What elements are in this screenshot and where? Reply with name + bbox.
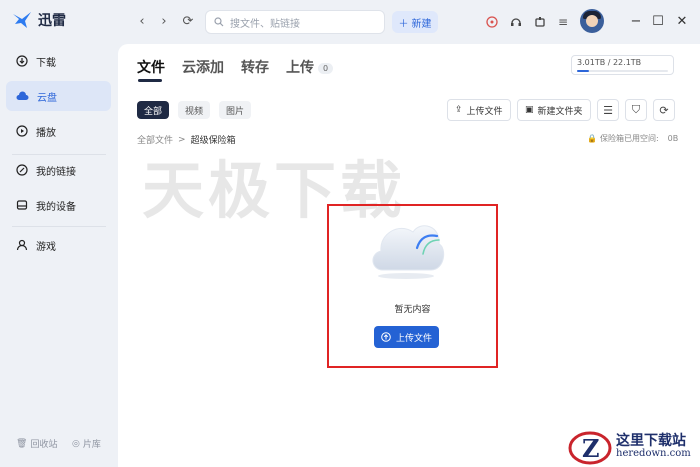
library-button[interactable]: ◎ 片库 <box>72 437 101 451</box>
chevron-left-icon: ‹ <box>139 13 145 29</box>
tab-files[interactable]: 文件 <box>137 57 165 77</box>
storage-text: 3.01TB / 22.1TB <box>577 58 642 67</box>
sidebar-item-label: 游戏 <box>36 241 56 253</box>
plugin-icon[interactable] <box>530 12 550 32</box>
app-name: 迅雷 <box>38 13 66 29</box>
new-folder-button[interactable]: ▣ 新建文件夹 <box>517 99 591 121</box>
vault-quota-label: 保险箱已用空间: <box>599 134 659 143</box>
filter-all[interactable]: 全部 <box>137 101 169 119</box>
search-icon <box>214 17 224 27</box>
trash-icon: 🗑 <box>16 438 28 449</box>
game-icon <box>16 239 28 251</box>
library-label: 片库 <box>82 440 101 450</box>
sidebar-item-label: 下载 <box>36 57 56 69</box>
vault-quota-value: 0B <box>667 134 679 143</box>
avatar[interactable] <box>580 9 604 33</box>
new-button[interactable]: ＋ 新建 <box>392 11 438 33</box>
sidebar-item-play[interactable]: 播放 <box>6 116 111 146</box>
maximize-icon[interactable]: ☐ <box>648 11 668 31</box>
lock-icon: 🔒 <box>587 134 597 143</box>
storage-usage[interactable]: 3.01TB / 22.1TB <box>571 55 674 75</box>
refresh-icon: ⟳ <box>182 13 194 29</box>
storage-bar <box>577 70 668 72</box>
sidebar-item-label: 我的设备 <box>36 201 76 213</box>
filter-image[interactable]: 图片 <box>219 101 251 119</box>
chevron-right-icon: › <box>161 13 167 29</box>
sort-button[interactable]: ☰ <box>597 99 619 121</box>
trash-button[interactable]: 🗑 回收站 <box>16 437 58 451</box>
download-icon <box>16 55 28 67</box>
upload-file-label: 上传文件 <box>466 106 503 117</box>
sidebar-item-games[interactable]: 游戏 <box>6 230 111 260</box>
thunder-bird-icon <box>13 12 31 28</box>
cloud-icon <box>16 91 29 100</box>
site-url: heredown.com <box>616 448 691 459</box>
tab-transfer[interactable]: 转存 <box>241 57 269 77</box>
svg-text:Z: Z <box>582 434 600 463</box>
menu-icon[interactable]: ≡ <box>553 12 573 32</box>
filter-button[interactable]: ⛉ <box>625 99 647 121</box>
close-icon[interactable]: ✕ <box>672 11 692 31</box>
tab-bar: 文件 云添加 转存 上传 0 <box>137 57 334 77</box>
back-button[interactable]: ‹ <box>131 10 153 32</box>
app-logo: 迅雷 <box>12 10 66 30</box>
minimize-icon[interactable]: − <box>626 11 646 31</box>
sidebar-item-label: 播放 <box>36 127 56 139</box>
funnel-icon: ⛉ <box>631 103 641 116</box>
new-button-label: 新建 <box>411 18 432 30</box>
sidebar-item-cloud[interactable]: 云盘 <box>6 81 111 111</box>
filter-video[interactable]: 视频 <box>178 101 210 119</box>
refresh-button[interactable]: ⟳ <box>177 10 199 32</box>
headset-icon[interactable] <box>506 12 526 32</box>
upload-icon: ⇪ <box>455 105 463 115</box>
sidebar-item-download[interactable]: 下载 <box>6 46 111 76</box>
sidebar: 下载 云盘 播放 我的链接 我的设备 游戏 🗑 回收站 ◎ 片库 <box>0 44 118 467</box>
device-icon <box>16 200 28 210</box>
site-name: 这里下载站 <box>616 433 686 449</box>
sidebar-item-links[interactable]: 我的链接 <box>6 155 111 185</box>
sidebar-item-label: 云盘 <box>37 92 57 104</box>
plus-icon: ＋ <box>398 18 409 30</box>
sidebar-item-devices[interactable]: 我的设备 <box>6 190 111 220</box>
search-placeholder: 搜文件、贴链接 <box>230 18 300 30</box>
empty-upload-label: 上传文件 <box>395 333 432 344</box>
forward-button[interactable]: › <box>153 10 175 32</box>
z-logo-icon: Z <box>568 431 612 465</box>
active-tab-indicator <box>138 79 162 82</box>
gift-icon[interactable] <box>482 12 502 32</box>
refresh-list-button[interactable]: ⟳ <box>653 99 675 121</box>
play-icon <box>16 125 28 137</box>
vault-quota: 🔒 保险箱已用空间: 0B <box>587 133 678 144</box>
library-icon: ◎ <box>72 438 80 449</box>
tab-cloud-add[interactable]: 云添加 <box>182 57 224 77</box>
link-icon <box>16 164 28 176</box>
sidebar-item-label: 我的链接 <box>36 166 76 178</box>
folder-plus-icon: ▣ <box>525 105 534 115</box>
trash-label: 回收站 <box>30 440 58 450</box>
new-folder-label: 新建文件夹 <box>537 106 583 117</box>
refresh-icon: ⟳ <box>659 103 669 117</box>
empty-state-text: 暂无内容 <box>394 305 431 315</box>
upload-icon <box>381 332 391 342</box>
site-logo: Z 这里下载站 heredown.com <box>566 428 700 467</box>
tab-upload-label: 上传 <box>286 60 314 76</box>
empty-cloud-illustration <box>372 225 445 279</box>
storage-bar-fill <box>577 70 590 72</box>
search-input[interactable]: 搜文件、贴链接 <box>205 10 385 34</box>
upload-count-badge: 0 <box>318 62 334 74</box>
empty-upload-button[interactable]: 上传文件 <box>374 326 439 348</box>
upload-file-button[interactable]: ⇪ 上传文件 <box>447 99 511 121</box>
tab-upload[interactable]: 上传 0 <box>286 57 334 77</box>
sort-icon: ☰ <box>603 103 613 117</box>
